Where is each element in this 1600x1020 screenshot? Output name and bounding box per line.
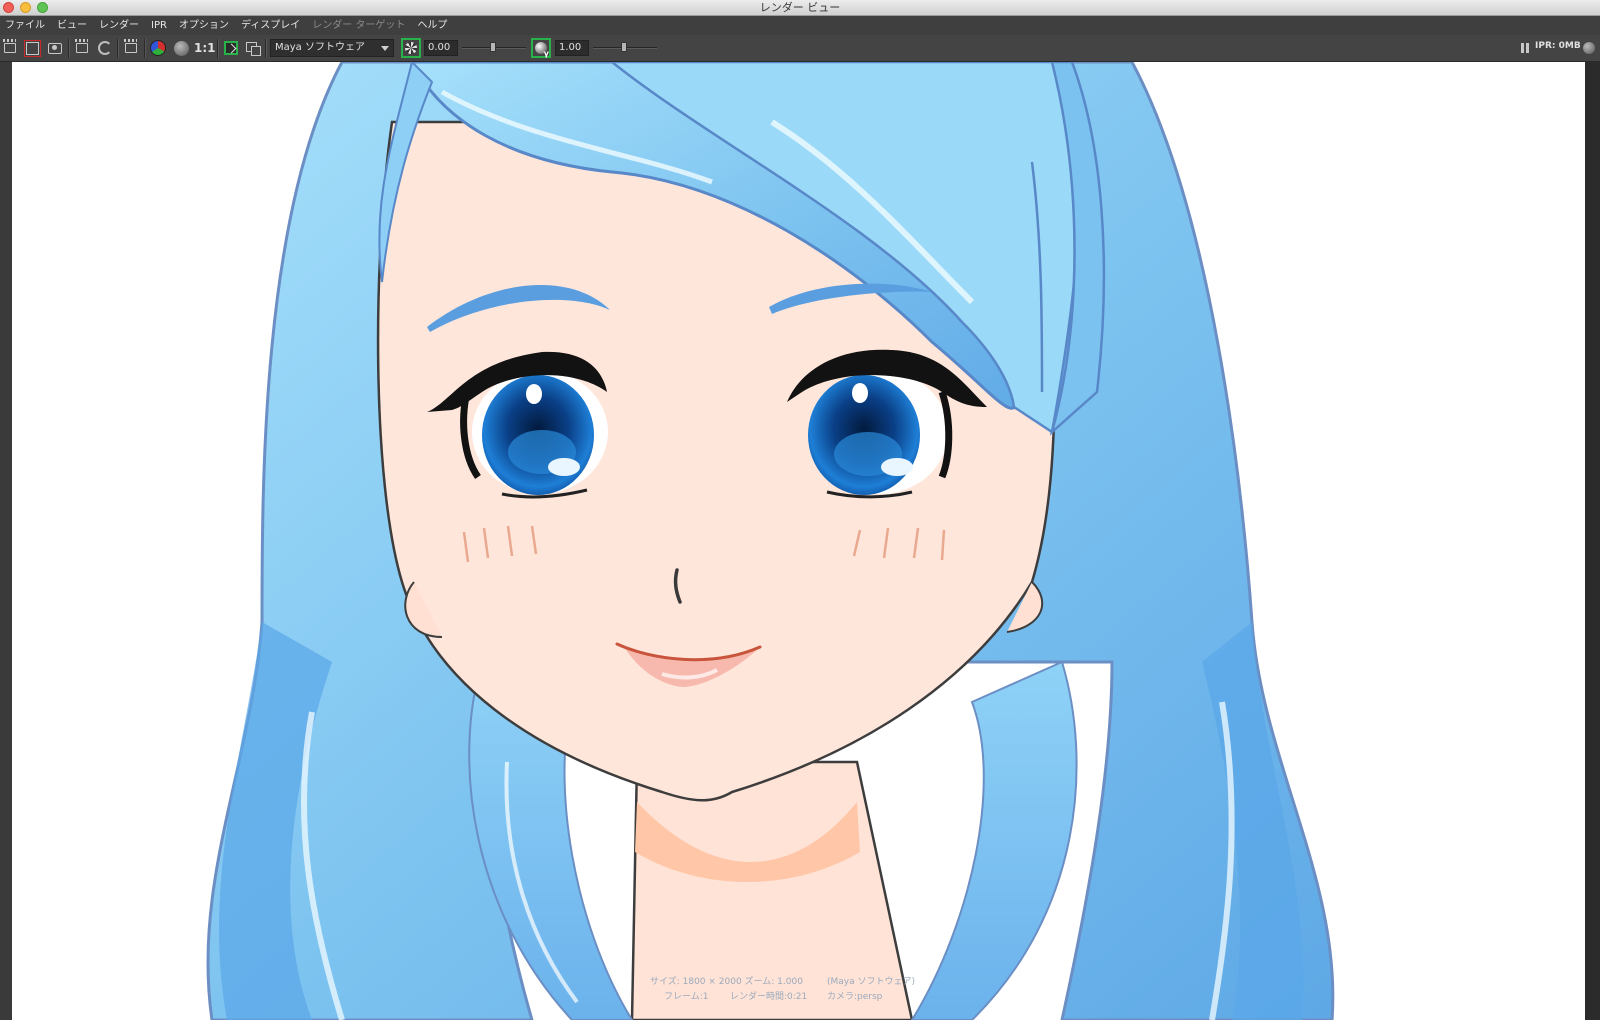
gamma-slider-thumb[interactable] (621, 42, 627, 52)
menu-help[interactable]: ヘルプ (412, 16, 454, 35)
menu-bar: ファイル ビュー レンダー IPR オプション ディスプレイ レンダー ターゲッ… (0, 16, 1600, 35)
rgb-channels-icon (150, 40, 166, 56)
redo-previous-render-button[interactable] (1, 39, 19, 57)
toolbar-separator (68, 39, 70, 58)
menu-render[interactable]: レンダー (94, 16, 146, 35)
aperture-icon (405, 42, 417, 54)
exposure-slider-thumb[interactable] (490, 42, 496, 52)
menu-render-target: レンダー ターゲット (312, 20, 406, 31)
exposure-slider[interactable] (462, 42, 526, 52)
menu-file[interactable]: ファイル (0, 16, 52, 35)
render-sequence-button[interactable] (122, 39, 140, 57)
render-view-toolbar: 1:1 Maya ソフトウェア 0.00 γ 1.00 IPR: 0MB (0, 35, 1600, 62)
gamma-slider[interactable] (593, 42, 657, 52)
ipr-status-icon (1583, 42, 1595, 54)
frame-info: フレーム:1 (664, 992, 709, 1002)
menu-options[interactable]: オプション (174, 16, 236, 35)
menu-view[interactable]: ビュー (52, 16, 94, 35)
ipr-clapperboard-icon (75, 39, 88, 53)
chevron-down-icon (381, 46, 389, 51)
renderer-dropdown-value: Maya ソフトウェア (275, 42, 365, 53)
image-stack-icon (246, 41, 261, 56)
alpha-channel-icon (173, 40, 189, 56)
render-image-viewport[interactable]: サイズ: 1800 × 2000 ズーム: 1.000 (Maya ソフトウェア… (12, 62, 1585, 1020)
render-time-info: レンダー時間:0:21 (730, 992, 808, 1002)
menu-display[interactable]: ディスプレイ (236, 16, 307, 35)
menu-ipr[interactable]: IPR (146, 16, 174, 35)
gamma-field[interactable]: 1.00 (555, 40, 589, 56)
render-region-button[interactable] (23, 39, 41, 57)
color-management-icon (224, 41, 238, 55)
left-gutter (0, 62, 12, 1020)
display-color-mgmt-button[interactable] (222, 39, 240, 57)
rgb-channels-button[interactable] (149, 39, 167, 57)
exposure-field[interactable]: 0.00 (424, 40, 458, 56)
renderer-info: (Maya ソフトウェア) (827, 977, 916, 987)
window-title: レンダー ビュー (759, 1, 841, 14)
render-size-zoom-info: サイズ: 1800 × 2000 ズーム: 1.000 (650, 977, 803, 987)
scrollbar-track[interactable] (1585, 62, 1600, 1020)
toolbar-separator (217, 39, 219, 58)
toolbar-separator (144, 39, 146, 58)
title-bar: レンダー ビュー (0, 0, 1600, 16)
refresh-icon (98, 41, 112, 55)
sequence-clapperboard-icon (124, 39, 137, 53)
alpha-channel-button[interactable] (172, 39, 190, 57)
keep-image-button[interactable] (244, 39, 262, 57)
render-region-icon (23, 39, 41, 57)
camera-info: カメラ:persp (827, 992, 883, 1002)
snapshot-button[interactable] (46, 39, 64, 57)
refresh-ipr-button[interactable] (96, 39, 114, 57)
gamma-symbol-icon: γ (543, 49, 549, 58)
real-size-button[interactable]: 1:1 (194, 39, 216, 57)
exposure-reset-button[interactable] (401, 38, 421, 58)
renderer-dropdown[interactable]: Maya ソフトウェア (270, 39, 394, 57)
pause-ipr-icon[interactable] (1520, 43, 1530, 53)
toolbar-separator (265, 39, 267, 58)
rendered-anime-character (206, 62, 1335, 1020)
ipr-memory-label: IPR: 0MB (1535, 41, 1581, 51)
ipr-render-button[interactable] (73, 39, 91, 57)
clapperboard-icon (3, 39, 16, 53)
gamma-reset-button[interactable]: γ (531, 38, 551, 58)
camera-snapshot-icon (48, 42, 62, 54)
toolbar-separator (117, 39, 119, 58)
